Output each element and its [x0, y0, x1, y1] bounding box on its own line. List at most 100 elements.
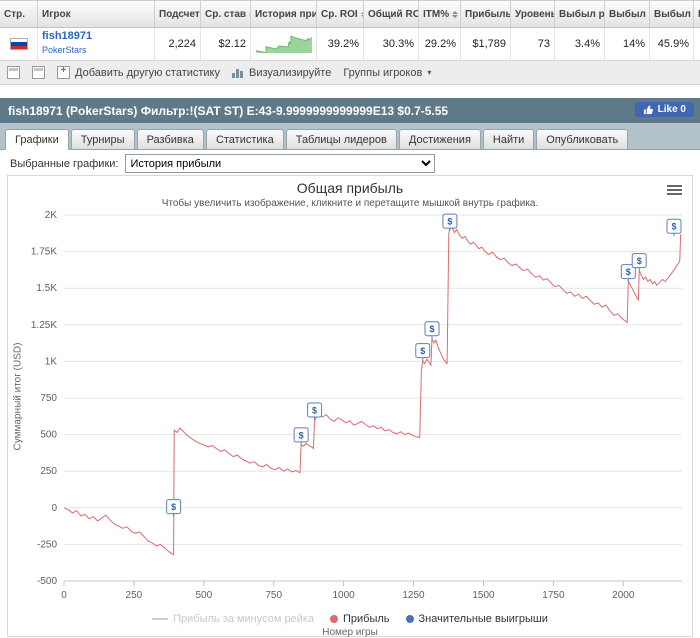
add-statistic-label: Добавить другую статистику [75, 67, 220, 79]
svg-text:$: $ [429, 324, 434, 334]
win-flag[interactable]: $ [632, 254, 646, 271]
svg-text:250: 250 [40, 466, 57, 477]
chart-menu-icon[interactable] [667, 183, 682, 197]
cell-flag [0, 28, 38, 60]
win-flag[interactable]: $ [416, 344, 430, 361]
selected-charts-label: Выбранные графики: [10, 158, 118, 170]
cell-out_mid: 14% [605, 28, 650, 60]
legend-item[interactable]: Значительные выигрыши [406, 613, 548, 625]
svg-text:500: 500 [40, 430, 57, 441]
spacer [0, 85, 700, 98]
player-link[interactable]: fish18971 [42, 30, 92, 42]
copy-icon[interactable] [32, 66, 45, 79]
svg-text:$: $ [637, 256, 642, 266]
player-filter-bar: fish18971 (PokerStars) Фильтр:!(SAT ST) … [0, 98, 700, 123]
svg-text:2K: 2K [45, 210, 58, 221]
chart-icon [232, 67, 244, 78]
col-header-player: Игрок [38, 1, 155, 27]
svg-text:1000: 1000 [332, 590, 355, 601]
tab-Достижения[interactable]: Достижения [399, 129, 481, 150]
cell-spark [251, 28, 317, 60]
cell-ability: 73 [511, 28, 555, 60]
svg-text:250: 250 [126, 590, 143, 601]
thumbs-up-icon [643, 104, 654, 115]
tab-Найти[interactable]: Найти [483, 129, 534, 150]
svg-text:1750: 1750 [542, 590, 565, 601]
svg-text:500: 500 [195, 590, 212, 601]
svg-text:1.75K: 1.75K [31, 247, 57, 258]
profit-chart-container: Общая прибыль Чтобы увеличить изображени… [7, 175, 693, 637]
svg-text:0: 0 [51, 503, 57, 514]
legend-item[interactable]: Прибыль [330, 613, 390, 625]
legend-item[interactable]: Прибыль за минусом рейка [152, 613, 314, 625]
cell-avg_stake: $2.12 [201, 28, 251, 60]
player-groups-button[interactable]: Группы игроков ▾ [343, 67, 431, 79]
visualize-button[interactable]: Визуализируйте [232, 67, 331, 79]
tab-bar: ГрафикиТурнирыРазбивкаСтатистикаТаблицы … [0, 123, 700, 150]
stats-table: Стр.ИгрокПодсчетСр. ставИстория прибСр. … [0, 0, 700, 61]
svg-text:$: $ [420, 346, 425, 356]
col-header-profit[interactable]: Прибыль [461, 1, 511, 27]
svg-text:1500: 1500 [472, 590, 495, 601]
win-flag[interactable]: $ [443, 214, 457, 231]
col-header-out_early[interactable]: Выбыл р [555, 1, 605, 27]
col-header-avg_roi[interactable]: Ср. ROI [317, 1, 364, 27]
tab-Таблицы лидеров[interactable]: Таблицы лидеров [286, 129, 397, 150]
svg-text:1250: 1250 [402, 590, 425, 601]
col-header-out_late[interactable]: Выбыл [650, 1, 694, 27]
legend-label: Значительные выигрыши [419, 613, 548, 625]
facebook-like-button[interactable]: Like 0 [635, 102, 694, 117]
col-header-spark[interactable]: История приб [251, 1, 317, 27]
col-header-avg_stake[interactable]: Ср. став [201, 1, 251, 27]
toolbar: Добавить другую статистику Визуализируйт… [0, 61, 700, 85]
svg-text:2000: 2000 [612, 590, 635, 601]
svg-text:1.5K: 1.5K [36, 283, 57, 294]
cell-extra: 2 [694, 28, 700, 60]
chart-type-select[interactable]: История прибыли [125, 154, 435, 173]
tab-Турниры[interactable]: Турниры [71, 129, 135, 150]
win-flag[interactable]: $ [294, 428, 308, 445]
col-header-count[interactable]: Подсчет [155, 1, 201, 27]
add-statistic-button[interactable]: Добавить другую статистику [57, 66, 220, 79]
chart-legend: Прибыль за минусом рейка Прибыль Значитель… [8, 610, 692, 627]
col-header-ability[interactable]: Уровень [511, 1, 555, 27]
svg-text:1K: 1K [45, 356, 58, 367]
stats-table-header: Стр.ИгрокПодсчетСр. ставИстория прибСр. … [0, 1, 700, 28]
col-header-extra: Вы [694, 1, 700, 27]
tab-Графики[interactable]: Графики [5, 129, 69, 150]
svg-text:1.25K: 1.25K [31, 320, 57, 331]
cell-total_roi: 30.3% [364, 28, 419, 60]
sort-icon[interactable] [452, 11, 458, 18]
legend-symbol [406, 615, 414, 623]
russia-flag-icon [10, 38, 28, 50]
tab-Разбивка[interactable]: Разбивка [137, 129, 204, 150]
table-row: fish18971 PokerStars 2,224$2.12 39.2%30.3% 2… [0, 28, 700, 61]
tab-Статистика[interactable]: Статистика [206, 129, 284, 150]
win-flag[interactable]: $ [667, 219, 681, 236]
svg-text:0: 0 [61, 590, 67, 601]
col-header-out_mid[interactable]: Выбыл [605, 1, 650, 27]
win-flag[interactable]: $ [425, 322, 439, 339]
legend-symbol [152, 618, 168, 620]
svg-text:$: $ [671, 222, 676, 232]
layout-icon[interactable] [7, 66, 20, 79]
svg-text:750: 750 [40, 393, 57, 404]
content-panel: Выбранные графики: История прибыли Общая… [0, 150, 700, 637]
site-link[interactable]: PokerStars [42, 45, 87, 55]
legend-label: Прибыль [343, 613, 390, 625]
win-flag[interactable]: $ [167, 500, 181, 517]
cell-avg_roi: 39.2% [317, 28, 364, 60]
win-flag[interactable]: $ [308, 403, 322, 420]
cell-count: 2,224 [155, 28, 201, 60]
cell-out_early: 3.4% [555, 28, 605, 60]
svg-text:$: $ [626, 267, 631, 277]
col-header-total_roi[interactable]: Общий ROI [364, 1, 419, 27]
col-header-itm[interactable]: ITM% [419, 1, 461, 27]
svg-text:$: $ [299, 430, 304, 440]
svg-text:$: $ [312, 405, 317, 415]
cell-out_late: 45.9% [650, 28, 694, 60]
profit-chart[interactable]: -500-25002505007501K1.25K1.5K1.75K2K0250… [8, 209, 690, 607]
tab-Опубликовать[interactable]: Опубликовать [536, 129, 628, 150]
legend-label: Прибыль за минусом рейка [173, 613, 314, 625]
chart-subtitle: Чтобы увеличить изображение, кликните и … [8, 196, 692, 209]
